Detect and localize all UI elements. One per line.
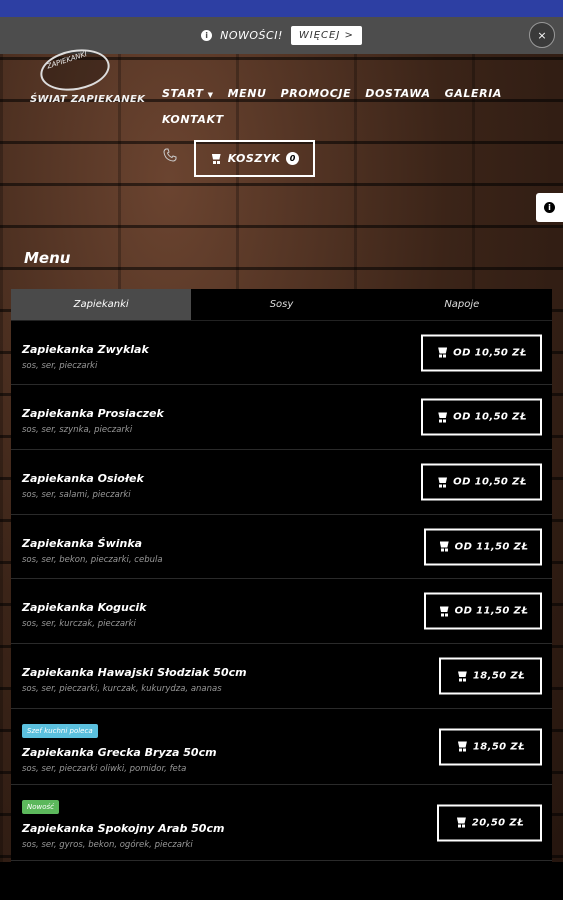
cart-count-badge: 0 [286,152,300,165]
add-to-cart-button[interactable]: OD 11,50 ZŁ [424,592,542,630]
cart-icon [210,154,222,164]
nav-item-start-label: START [162,86,204,100]
browser-top-bar [0,0,563,17]
menu-tabs: Zapiekanki Sosy Napoje [11,289,552,321]
close-notice-button[interactable]: × [529,22,555,48]
nav-item-menu[interactable]: MENU [228,87,267,100]
list-item: Zapiekanka Zwyklak sos, ser, pieczarki O… [11,321,552,385]
price-label: OD 11,50 ZŁ [454,541,529,552]
add-to-cart-button[interactable]: 20,50 ZŁ [437,804,542,841]
list-item: Zapiekanka Hawajski Słodziak 50cm sos, s… [11,644,552,709]
tab-sosy[interactable]: Sosy [191,289,371,320]
info-icon: i [544,202,555,213]
logo-text: ŚWIAT ZAPIEKANEK [30,94,146,105]
cart-icon [436,412,448,422]
add-to-cart-button[interactable]: OD 11,50 ZŁ [424,528,542,565]
list-item: Zapiekanka Prosiaczek sos, ser, szynka, … [11,385,552,450]
nav-item-promocje[interactable]: PROMOCJE [281,87,352,100]
price-label: OD 10,50 ZŁ [453,347,527,358]
add-to-cart-button[interactable]: 18,50 ZŁ [439,657,542,695]
price-label: 18,50 ZŁ [472,741,526,752]
cart-icon [456,742,468,752]
add-to-cart-button[interactable]: OD 10,50 ZŁ [421,334,542,371]
chevron-down-icon: ▼ [207,90,214,99]
nav-item-dostawa[interactable]: DOSTAWA [365,87,430,100]
add-to-cart-button[interactable]: 18,50 ZŁ [439,728,542,765]
logo-badge-text: ZAPIEKANKI [45,50,88,71]
add-to-cart-button[interactable]: OD 10,50 ZŁ [421,463,542,501]
price-label: OD 11,50 ZŁ [454,605,529,617]
cart-button[interactable]: KOSZYK 0 [194,140,315,177]
phone-icon[interactable] [163,148,179,164]
cart-icon [438,606,450,616]
info-icon: i [201,30,213,41]
status-badge: Szef kuchni poleca [22,724,98,738]
page-title: Menu [24,249,71,267]
cart-icon [438,542,450,552]
main-nav: START ▼ MENU PROMOCJE DOSTAWA GALERIA KON… [162,80,501,132]
notice-text: NOWOŚCI! [220,29,283,42]
item-desc: sos, ser, gyros, bekon, ogórek, pieczark… [22,840,193,850]
list-item: Nowość Zapiekanka Spokojny Arab 50cm sos… [11,785,552,861]
bottom-band [0,862,563,900]
tab-zapiekanki[interactable]: Zapiekanki [11,289,192,320]
status-badge: Nowość [22,800,60,814]
price-label: 18,50 ZŁ [472,670,526,682]
add-to-cart-button[interactable]: OD 10,50 ZŁ [421,398,542,436]
cart-icon [436,477,448,487]
cart-icon [455,818,467,828]
list-item: Zapiekanka Osiołek sos, ser, salami, pie… [11,450,552,515]
list-item: Zapiekanka Kogucik sos, ser, kurczak, pi… [11,579,552,644]
site-logo[interactable]: ZAPIEKANKI ŚWIAT ZAPIEKANEK [30,44,145,112]
nav-item-start[interactable]: START ▼ [162,87,214,100]
price-label: OD 10,50 ZŁ [453,476,527,488]
tab-napoje[interactable]: Napoje [372,289,552,320]
cart-icon [456,671,468,681]
nav-item-galeria[interactable]: GALERIA [445,87,502,100]
more-button[interactable]: WIĘCEJ > [290,26,362,45]
side-info-tab[interactable]: i [536,193,563,222]
price-label: OD 10,50 ZŁ [453,411,527,423]
cart-icon [436,348,448,358]
cart-label: KOSZYK [227,152,281,165]
list-item: Szef kuchni poleca Zapiekanka Grecka Bry… [11,709,552,785]
item-desc: sos, ser, pieczarki oliwki, pomidor, fet… [22,764,187,774]
list-item: Zapiekanka Świnka sos, ser, bekon, piecz… [11,515,552,579]
price-label: 20,50 ZŁ [471,817,525,828]
menu-panel: Zapiekanki Sosy Napoje Zapiekanka Zwykla… [11,289,552,862]
nav-item-kontakt[interactable]: KONTAKT [162,113,224,126]
